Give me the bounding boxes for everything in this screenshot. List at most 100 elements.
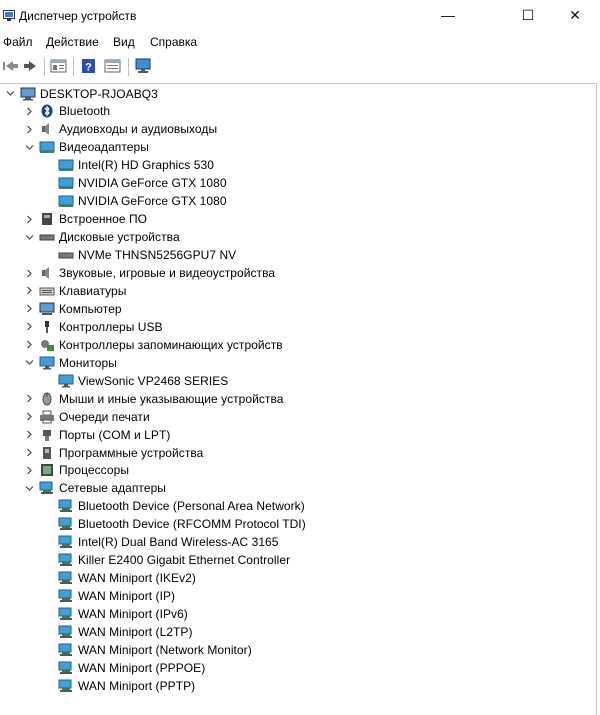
bluetooth-icon — [39, 104, 55, 118]
tree-device-item[interactable]: Bluetooth Device (Personal Area Network) — [42, 498, 305, 515]
tree-root[interactable]: DESKTOP-RJOABQ3 — [4, 85, 158, 102]
chevron-down-icon[interactable] — [23, 229, 35, 246]
tree-item-label: WAN Miniport (IP) — [78, 589, 176, 604]
chevron-right-icon[interactable] — [23, 336, 35, 353]
tree-device-item[interactable]: WAN Miniport (IPv6) — [42, 606, 188, 623]
forward-icon[interactable] — [22, 58, 40, 74]
tree-item-label: Звуковые, игровые и видеоустройства — [59, 266, 276, 280]
tree-category-процессоры[interactable]: Процессоры — [23, 462, 129, 479]
close-button[interactable]: ✕ — [552, 0, 598, 30]
tree-item-label: DESKTOP-RJOABQ3 — [40, 86, 158, 101]
chevron-right-icon[interactable] — [23, 103, 35, 120]
tree-item-label: Bluetooth Device (RFCOMM Protocol TDI) — [78, 517, 306, 532]
display-adapter-icon — [39, 140, 55, 154]
tree-device-item[interactable]: WAN Miniport (L2TP) — [42, 624, 193, 641]
chevron-right-icon[interactable] — [23, 121, 35, 138]
computer-icon — [39, 302, 55, 316]
network-device-icon — [58, 679, 74, 693]
tree-item-label: Компьютер — [59, 301, 122, 316]
network-device-icon — [58, 499, 74, 513]
network-device-icon — [58, 661, 74, 675]
tree-device-item[interactable]: NVIDIA GeForce GTX 1080 — [42, 193, 227, 210]
properties-icon[interactable] — [50, 58, 68, 74]
menu-file[interactable]: Файл — [3, 35, 33, 49]
tree-device-item[interactable]: WAN Miniport (IKEv2) — [42, 570, 196, 587]
tree-item-label: NVMe THNSN5256GPU7 NV — [78, 248, 237, 263]
chevron-right-icon[interactable] — [23, 444, 35, 461]
help-icon[interactable]: ? — [80, 58, 98, 74]
tree-category-контроллеры-запоминающих-устройств[interactable]: Контроллеры запоминающих устройств — [23, 336, 283, 353]
tree-item-label: Видеоадаптеры — [59, 140, 149, 155]
menu-view[interactable]: Вид — [113, 35, 135, 49]
tree-item-label: Intel(R) Dual Band Wireless-AC 3165 — [78, 535, 279, 550]
tree-category-очереди-печати[interactable]: Очереди печати — [23, 408, 150, 425]
tree-device-item[interactable]: WAN Miniport (IP) — [42, 588, 175, 605]
tree-item-label: WAN Miniport (PPPOE) — [78, 660, 206, 675]
chevron-down-icon[interactable] — [23, 139, 35, 156]
chevron-right-icon[interactable] — [23, 282, 35, 299]
chevron-right-icon[interactable] — [23, 462, 35, 479]
printer-icon — [39, 410, 55, 424]
monitor-icon[interactable] — [134, 58, 152, 74]
tree-category-видеоадаптеры[interactable]: Видеоадаптеры — [23, 139, 149, 156]
tree-category-сетевые-адаптеры[interactable]: Сетевые адаптеры — [23, 480, 166, 497]
tree-category-мыши-и-иные-указывающие-устройства[interactable]: Мыши и иные указывающие устройства — [23, 390, 284, 407]
tree-item-label: WAN Miniport (PPTP) — [78, 678, 196, 693]
chevron-right-icon[interactable] — [23, 318, 35, 335]
maximize-button[interactable]: ☐ — [505, 0, 551, 30]
tree-device-item[interactable]: Intel(R) Dual Band Wireless-AC 3165 — [42, 534, 279, 551]
tree-item-label: Killer E2400 Gigabit Ethernet Controller — [78, 553, 291, 568]
minimize-button[interactable]: — — [425, 0, 471, 30]
tree-item-label: Контроллеры запоминающих устройств — [59, 337, 283, 352]
menu-bar: Файл Действие Вид Справка — [0, 32, 600, 52]
network-device-icon — [58, 553, 74, 567]
tree-category-встроенное-по[interactable]: Встроенное ПО — [23, 211, 147, 228]
chevron-right-icon[interactable] — [23, 265, 35, 282]
tree-device-item[interactable]: WAN Miniport (Network Monitor) — [42, 641, 252, 658]
chevron-right-icon[interactable] — [23, 300, 35, 317]
menu-help[interactable]: Справка — [150, 35, 197, 49]
chevron-down-icon[interactable] — [23, 354, 35, 371]
tree-item-label: Intel(R) HD Graphics 530 — [78, 158, 214, 173]
tree-device-item[interactable]: WAN Miniport (PPTP) — [42, 677, 195, 694]
tree-category-программные-устройства[interactable]: Программные устройства — [23, 444, 203, 461]
chevron-right-icon[interactable] — [23, 211, 35, 228]
chevron-down-icon[interactable] — [4, 85, 16, 102]
network-device-icon — [58, 643, 74, 657]
view-icon[interactable] — [104, 58, 122, 74]
chevron-right-icon[interactable] — [23, 390, 35, 407]
tree-category-клавиатуры[interactable]: Клавиатуры — [23, 282, 126, 299]
toolbar-separator — [73, 58, 74, 76]
chevron-down-icon[interactable] — [23, 480, 35, 497]
tree-category-дисковые-устройства[interactable]: Дисковые устройства — [23, 229, 180, 246]
tree-device-item[interactable]: WAN Miniport (PPPOE) — [42, 659, 205, 676]
network-device-icon — [58, 517, 74, 531]
tree-device-item[interactable]: Intel(R) HD Graphics 530 — [42, 157, 214, 174]
tree-device-item[interactable]: ViewSonic VP2468 SERIES — [42, 372, 228, 389]
usb-icon — [39, 320, 55, 334]
back-icon[interactable] — [2, 58, 20, 74]
chevron-right-icon[interactable] — [23, 426, 35, 443]
tree-category-звуковые-игровые-и-видеоустройства[interactable]: Звуковые, игровые и видеоустройства — [23, 265, 275, 282]
tree-device-item[interactable]: Bluetooth Device (RFCOMM Protocol TDI) — [42, 516, 306, 533]
tree-category-компьютер[interactable]: Компьютер — [23, 300, 122, 317]
tree-category-контроллеры-usb[interactable]: Контроллеры USB — [23, 318, 163, 335]
tree-device-item[interactable]: Killer E2400 Gigabit Ethernet Controller — [42, 552, 290, 569]
tree-item-label: Клавиатуры — [59, 283, 127, 298]
software-device-icon — [39, 446, 55, 460]
tree-device-item[interactable]: NVMe THNSN5256GPU7 NV — [42, 247, 236, 264]
chevron-right-icon[interactable] — [23, 408, 35, 425]
tree-category-аудиовходы-и-аудиовыходы[interactable]: Аудиовходы и аудиовыходы — [23, 121, 217, 138]
tree-category-мониторы[interactable]: Мониторы — [23, 354, 117, 371]
tree-item-label: Bluetooth — [59, 104, 111, 119]
tree-item-label: Очереди печати — [59, 409, 150, 424]
menu-action[interactable]: Действие — [46, 35, 99, 49]
tree-category-bluetooth[interactable]: Bluetooth — [23, 103, 110, 120]
tree-item-label: Порты (COM и LPT) — [59, 427, 171, 442]
tree-category-порты-com-и-lpt[interactable]: Порты (COM и LPT) — [23, 426, 170, 443]
tree-device-item[interactable]: NVIDIA GeForce GTX 1080 — [42, 175, 227, 192]
